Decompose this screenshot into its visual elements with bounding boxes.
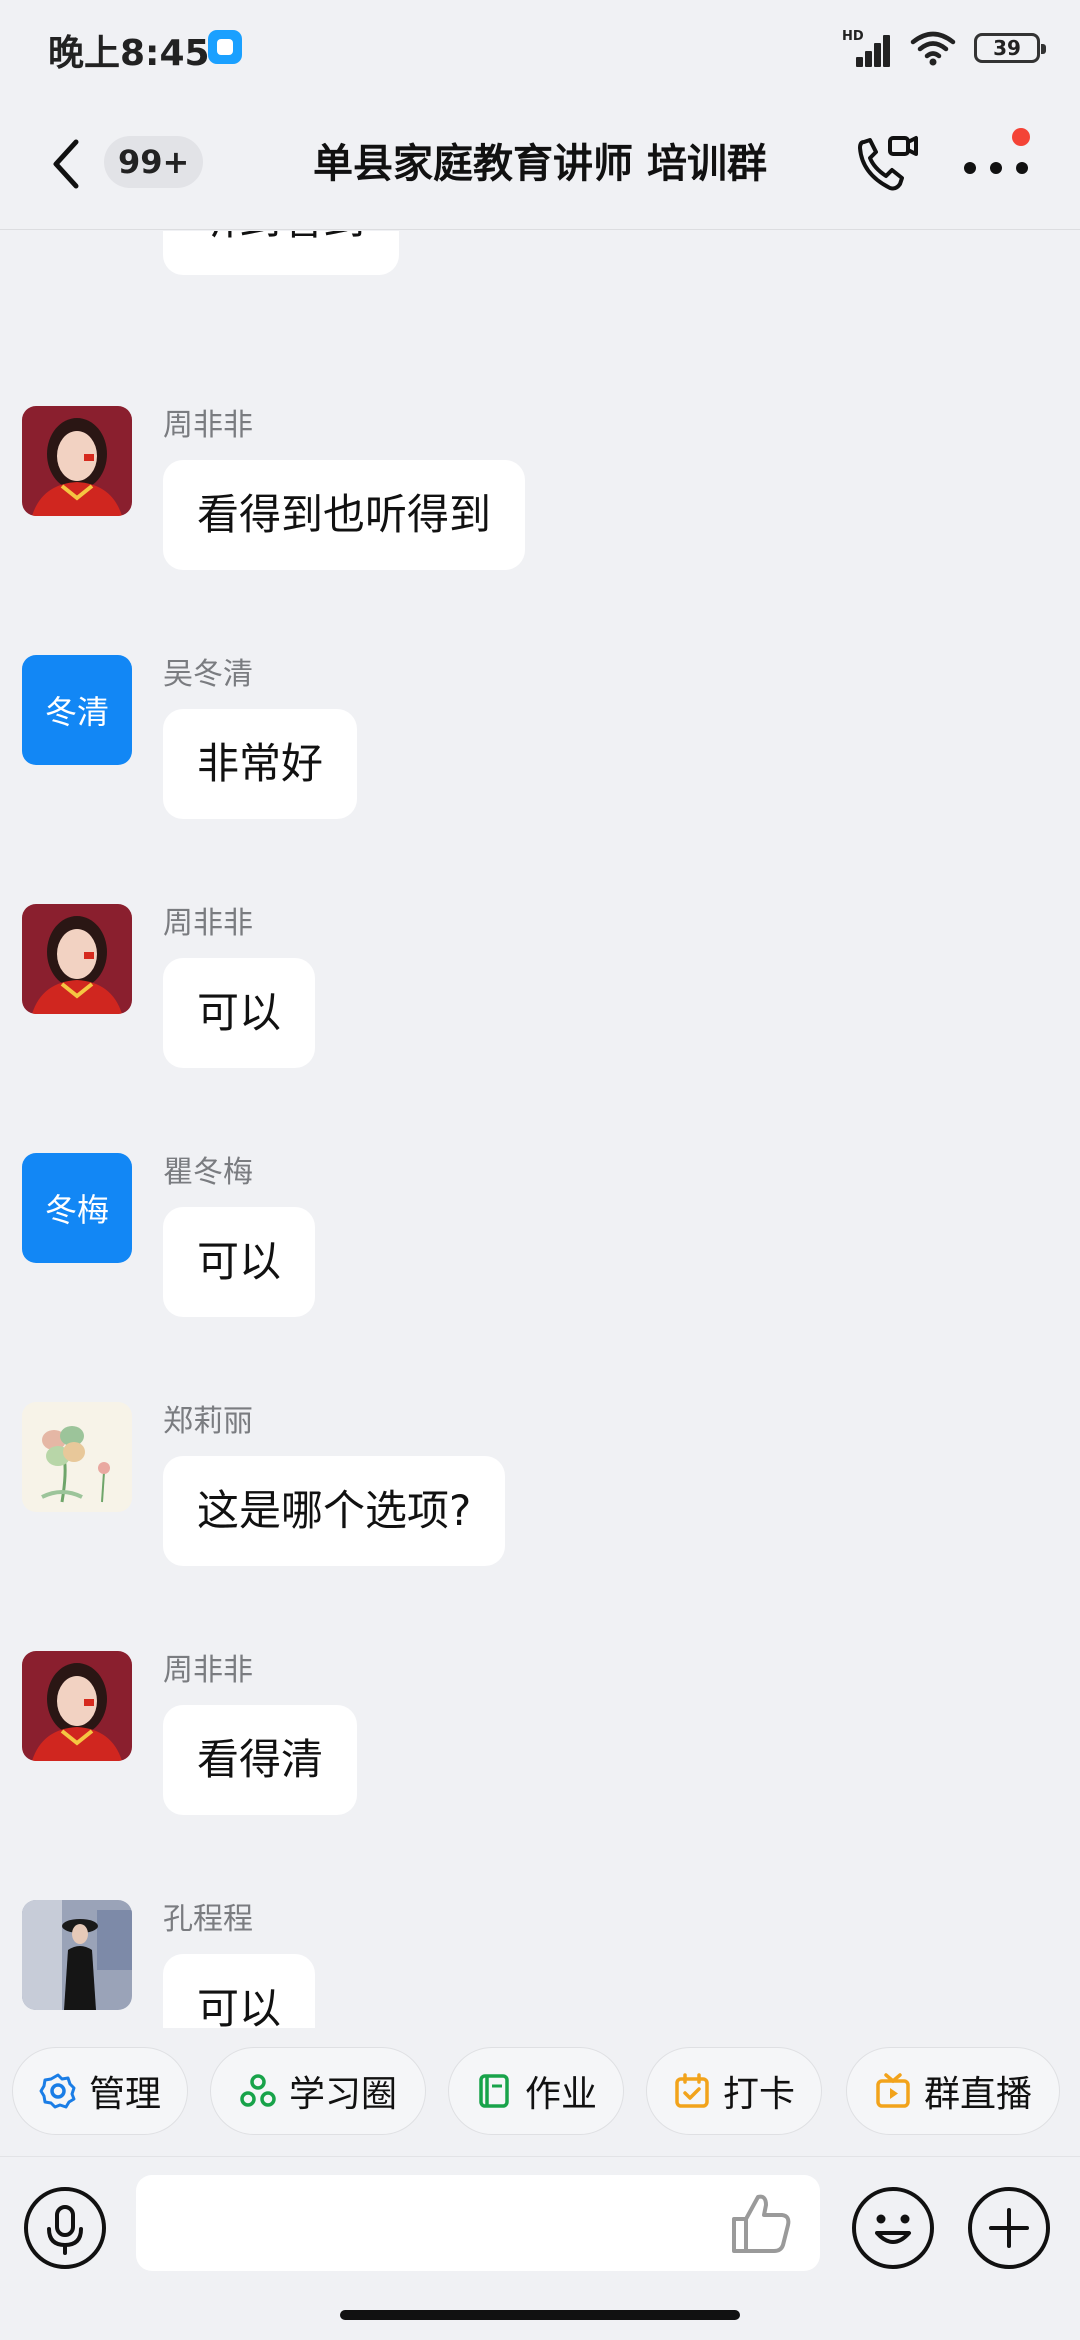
home-indicator[interactable] bbox=[340, 2310, 740, 2320]
quick-action-homework[interactable]: 作业 bbox=[448, 2047, 624, 2135]
emoji-icon[interactable] bbox=[850, 2185, 936, 2271]
avatar[interactable] bbox=[22, 1651, 132, 1761]
message-input[interactable] bbox=[136, 2175, 820, 2271]
quick-action-checkin[interactable]: 打卡 bbox=[646, 2047, 822, 2135]
battery-level: 39 bbox=[993, 36, 1021, 60]
cell-signal-icon: HD bbox=[842, 29, 892, 67]
hd-label: HD bbox=[842, 29, 864, 44]
quick-action-label: 群直播 bbox=[923, 2074, 1032, 2115]
avatar[interactable] bbox=[22, 1900, 132, 2010]
battery-icon: 39 bbox=[974, 33, 1046, 63]
sender-name: 吴冬清 bbox=[163, 657, 253, 692]
woman-portrait-icon bbox=[22, 904, 132, 1014]
message-bubble[interactable]: 非常好 bbox=[163, 709, 358, 819]
sender-name: 郑莉丽 bbox=[163, 1404, 253, 1439]
woman-portrait-icon bbox=[22, 406, 132, 516]
quick-action-study-circle[interactable]: 学习圈 bbox=[210, 2047, 426, 2135]
quick-action-label: 管理 bbox=[88, 2074, 161, 2115]
chat-header: 99+ 单县家庭教育讲师 培训群 bbox=[0, 96, 1080, 230]
message-bubble[interactable]: 可以 bbox=[163, 958, 316, 1068]
sender-name: 孔程程 bbox=[163, 1902, 253, 1937]
circle-group-icon bbox=[240, 2074, 276, 2107]
quick-action-label: 打卡 bbox=[722, 2074, 795, 2115]
avatar[interactable] bbox=[22, 1402, 132, 1512]
avatar[interactable] bbox=[22, 406, 132, 516]
sender-name: 周非非 bbox=[163, 1653, 253, 1688]
gear-icon bbox=[39, 2073, 76, 2109]
message-bubble[interactable]: 听到看到 bbox=[163, 231, 400, 275]
woman-portrait-icon bbox=[22, 1651, 132, 1761]
thumbs-up-icon[interactable] bbox=[726, 2189, 796, 2259]
quick-action-manage[interactable]: 管理 bbox=[12, 2047, 188, 2135]
wifi-icon bbox=[910, 31, 956, 66]
plus-icon[interactable] bbox=[966, 2185, 1052, 2271]
avatar[interactable] bbox=[22, 904, 132, 1014]
status-time: 晚上8:45 bbox=[48, 33, 210, 74]
status-bar: 晚上8:45 HD 39 bbox=[0, 0, 1080, 96]
message-bubble[interactable]: 这是哪个选项? bbox=[163, 1456, 506, 1566]
sender-name: 瞿冬梅 bbox=[163, 1155, 253, 1190]
message-bubble[interactable]: 可以 bbox=[163, 1207, 316, 1317]
book-icon bbox=[479, 2074, 509, 2108]
woman-standing-photo-icon bbox=[22, 1900, 132, 2010]
message-list[interactable]: 听到看到 周非非 看得到也听得到 冬清 吴冬清 非常好 bbox=[0, 231, 1080, 2028]
voice-input-icon[interactable] bbox=[22, 2185, 108, 2271]
calendar-check-icon bbox=[675, 2073, 709, 2108]
message-bubble[interactable]: 看得到也听得到 bbox=[163, 460, 526, 570]
clover-illustration-icon bbox=[22, 1402, 132, 1512]
tv-play-icon bbox=[876, 2073, 910, 2108]
quick-action-label: 作业 bbox=[524, 2074, 597, 2115]
message-bubble[interactable]: 可以 bbox=[163, 1954, 316, 2028]
avatar[interactable]: 冬梅 bbox=[22, 1153, 132, 1263]
message-bubble[interactable]: 看得清 bbox=[163, 1705, 358, 1815]
quick-action-bar: 管理 学习圈 作业 打卡 群直播 bbox=[0, 2028, 1080, 2156]
quick-action-label: 学习圈 bbox=[288, 2074, 397, 2115]
status-indicators: HD 39 bbox=[842, 26, 1046, 70]
message-input-bar bbox=[0, 2156, 1080, 2296]
sender-name: 周非非 bbox=[163, 408, 253, 443]
app-notification-icon bbox=[208, 30, 242, 64]
avatar[interactable]: 冬清 bbox=[22, 655, 132, 765]
notification-dot bbox=[1012, 128, 1030, 146]
phone-video-call-icon[interactable] bbox=[850, 128, 922, 200]
quick-action-group-live[interactable]: 群直播 bbox=[846, 2047, 1060, 2135]
sender-name: 周非非 bbox=[163, 906, 253, 941]
